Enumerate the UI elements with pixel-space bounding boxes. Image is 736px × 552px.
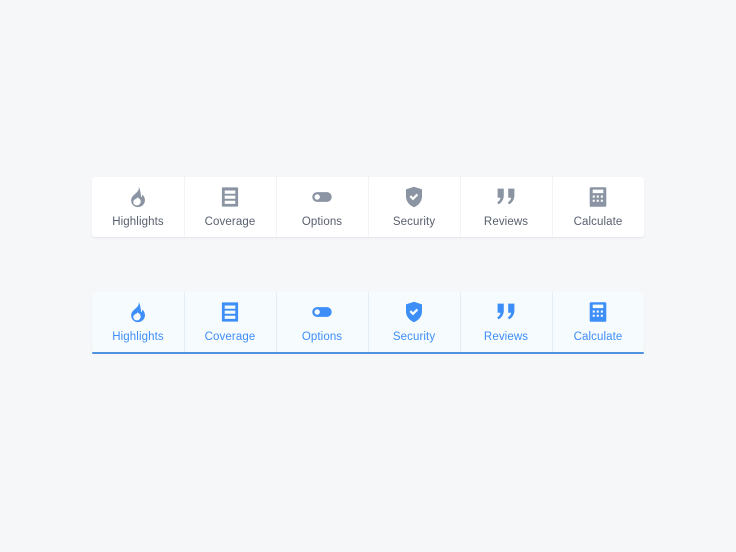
shield-check-icon bbox=[402, 185, 426, 209]
tab-security[interactable]: Security bbox=[368, 292, 460, 352]
tab-label: Calculate bbox=[573, 216, 623, 228]
tab-calculate[interactable]: Calculate bbox=[552, 292, 644, 352]
calculator-icon bbox=[586, 300, 610, 324]
tab-highlights[interactable]: Highlights bbox=[92, 177, 184, 237]
tab-label: Calculate bbox=[573, 331, 623, 343]
canvas: Highlights Coverage Options Security Rev… bbox=[0, 0, 736, 552]
quote-icon bbox=[494, 300, 518, 324]
tab-label: Reviews bbox=[483, 331, 529, 343]
tabbar-active: Highlights Coverage Options Security Rev… bbox=[92, 292, 644, 354]
quote-icon bbox=[494, 185, 518, 209]
toggle-switch-icon bbox=[310, 300, 334, 324]
tab-reviews[interactable]: Reviews bbox=[460, 177, 552, 237]
document-lines-icon bbox=[218, 300, 242, 324]
flame-icon bbox=[126, 185, 150, 209]
toggle-switch-icon bbox=[310, 185, 334, 209]
tab-highlights[interactable]: Highlights bbox=[92, 292, 184, 352]
tab-calculate[interactable]: Calculate bbox=[552, 177, 644, 237]
tab-label: Security bbox=[392, 331, 436, 343]
tab-options[interactable]: Options bbox=[276, 292, 368, 352]
tab-security[interactable]: Security bbox=[368, 177, 460, 237]
document-lines-icon bbox=[218, 185, 242, 209]
tab-label: Coverage bbox=[204, 216, 256, 228]
tab-label: Options bbox=[301, 331, 343, 343]
tab-label: Highlights bbox=[112, 216, 164, 228]
calculator-icon bbox=[586, 185, 610, 209]
tab-label: Security bbox=[392, 216, 436, 228]
tab-options[interactable]: Options bbox=[276, 177, 368, 237]
tab-label: Reviews bbox=[483, 216, 529, 228]
tab-coverage[interactable]: Coverage bbox=[184, 177, 276, 237]
flame-icon bbox=[126, 300, 150, 324]
shield-check-icon bbox=[402, 300, 426, 324]
tabbar-default: Highlights Coverage Options Security Rev… bbox=[92, 177, 644, 237]
tab-label: Options bbox=[301, 216, 343, 228]
tab-label: Coverage bbox=[204, 331, 256, 343]
tab-coverage[interactable]: Coverage bbox=[184, 292, 276, 352]
tab-label: Highlights bbox=[112, 331, 164, 343]
tab-reviews[interactable]: Reviews bbox=[460, 292, 552, 352]
